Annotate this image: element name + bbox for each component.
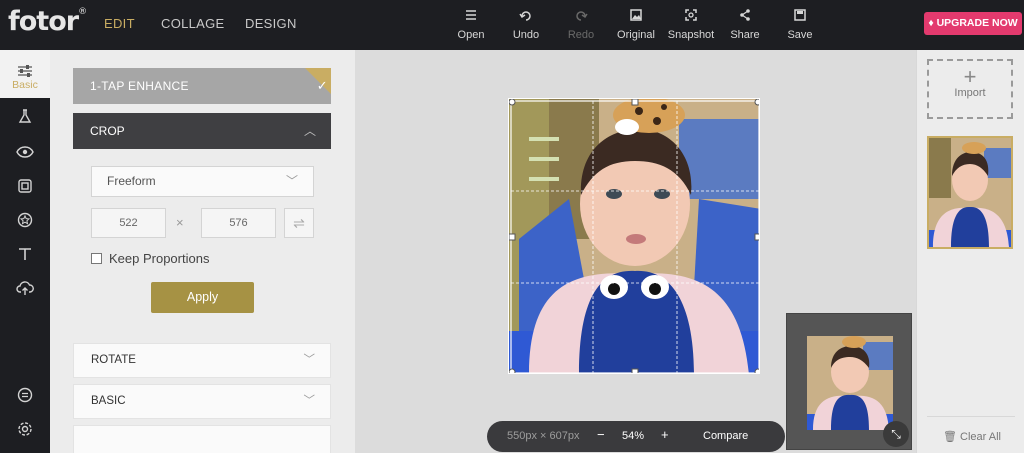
undo-button[interactable]: Undo: [496, 8, 556, 41]
diamond-icon: ♦: [928, 17, 934, 29]
original-button[interactable]: Original: [606, 8, 666, 41]
sidebar-item-frames[interactable]: [0, 178, 50, 194]
open-button[interactable]: Open: [441, 8, 501, 41]
crop-section-header[interactable]: CROP ︿: [73, 113, 331, 149]
apply-button[interactable]: Apply: [151, 282, 254, 313]
eye-icon: [16, 146, 34, 158]
sticker-icon: [17, 212, 33, 228]
swap-dimensions-button[interactable]: ⇌: [284, 208, 314, 238]
sidebar-item-upload[interactable]: [0, 280, 50, 296]
check-icon: ✓: [316, 78, 328, 93]
arrow-diagonal-icon: ⤡: [891, 427, 901, 441]
crop-width-input[interactable]: 522: [91, 208, 166, 238]
canvas-area: 550px × 607px − 54% + Compare ⤡: [355, 50, 916, 453]
open-label: Open: [457, 29, 485, 41]
edit-panel: 1-TAP ENHANCE ✓ CROP ︿ Freeform ﹀ 522 × …: [50, 50, 355, 453]
navigator-preview[interactable]: ⤡: [786, 313, 912, 450]
crop-grid[interactable]: [509, 99, 760, 374]
upgrade-label: UPGRADE NOW: [936, 17, 1018, 29]
image-dimensions: 550px × 607px: [507, 430, 580, 442]
share-button[interactable]: Share: [715, 8, 775, 41]
zoom-out-button[interactable]: −: [597, 427, 605, 442]
redo-label: Redo: [567, 29, 595, 41]
compare-button[interactable]: Compare: [703, 430, 748, 442]
zoom-bar: 550px × 607px − 54% + Compare: [487, 421, 785, 452]
frame-icon: [18, 179, 32, 193]
original-label: Original: [617, 29, 655, 41]
sidebar-item-label: Basic: [12, 79, 38, 91]
chevron-down-icon: ﹀: [285, 174, 298, 188]
sliders-icon: [18, 65, 32, 77]
swap-icon: ⇌: [293, 215, 305, 231]
zoom-level: 54%: [622, 430, 645, 442]
divider: [927, 416, 1015, 417]
upgrade-button[interactable]: ♦ UPGRADE NOW: [924, 12, 1022, 35]
image-library-panel: + Import 🗑 Clear All: [916, 50, 1024, 453]
snapshot-button[interactable]: Snapshot: [661, 8, 721, 41]
sidebar-item-basic[interactable]: Basic: [0, 50, 50, 98]
photo-canvas[interactable]: [508, 98, 760, 374]
redo-icon: [551, 8, 611, 26]
snapshot-label: Snapshot: [667, 29, 715, 41]
share-icon: [715, 8, 775, 26]
sidebar-item-beauty[interactable]: [0, 144, 50, 160]
save-button[interactable]: Save: [770, 8, 830, 41]
basic-label: BASIC: [91, 395, 126, 407]
sidebar-item-settings[interactable]: [0, 421, 50, 437]
chevron-up-icon: ︿: [303, 124, 316, 138]
import-label: Import: [954, 87, 986, 99]
save-icon: [770, 8, 830, 26]
times-icon: ×: [176, 215, 184, 230]
snapshot-icon: [661, 8, 721, 26]
next-section-header[interactable]: [73, 425, 331, 453]
image-icon: [606, 8, 666, 26]
crop-ratio-select[interactable]: Freeform ﹀: [91, 166, 314, 197]
tab-design[interactable]: DESIGN: [245, 16, 297, 31]
crop-height-input[interactable]: 576: [201, 208, 276, 238]
menu-icon: [441, 8, 501, 26]
flask-icon: [18, 109, 32, 123]
share-label: Share: [730, 29, 760, 41]
chevron-down-icon: ﹀: [303, 395, 316, 407]
import-button[interactable]: + Import: [927, 59, 1013, 119]
text-icon: [19, 248, 31, 260]
save-label: Save: [787, 29, 813, 41]
navigator-thumbnail: [807, 336, 893, 430]
redo-button[interactable]: Redo: [551, 8, 611, 41]
undo-icon: [496, 8, 556, 26]
settings-circle-icon: [17, 387, 33, 403]
keep-proportions-checkbox[interactable]: [91, 253, 102, 264]
trash-icon: 🗑: [943, 431, 957, 443]
rotate-section-header[interactable]: ROTATE ﹀: [73, 343, 331, 378]
crop-ratio-value: Freeform: [107, 174, 156, 188]
undo-label: Undo: [512, 29, 540, 41]
tab-edit[interactable]: EDIT: [104, 16, 135, 31]
crop-label: CROP: [90, 124, 125, 138]
basic-section-header[interactable]: BASIC ﹀: [73, 384, 331, 419]
tool-sidebar: Basic: [0, 50, 50, 453]
tab-collage[interactable]: COLLAGE: [161, 16, 225, 31]
fotor-logo[interactable]: fotor®: [8, 6, 87, 37]
gear-icon: [18, 422, 32, 436]
thumbnail-image: [929, 138, 1011, 247]
sidebar-item-stickers[interactable]: [0, 212, 50, 228]
rotate-label: ROTATE: [91, 354, 136, 366]
enhance-label: 1-TAP ENHANCE: [90, 79, 189, 93]
zoom-in-button[interactable]: +: [661, 427, 669, 442]
top-bar: fotor® EDIT COLLAGE DESIGN Open Undo Red…: [0, 0, 1024, 50]
clear-all-button[interactable]: 🗑 Clear All: [943, 430, 1001, 443]
one-tap-enhance-button[interactable]: 1-TAP ENHANCE ✓: [73, 68, 331, 104]
library-thumbnail[interactable]: [927, 136, 1013, 249]
keep-proportions-label[interactable]: Keep Proportions: [109, 251, 209, 266]
sidebar-item-effects[interactable]: [0, 108, 50, 124]
chevron-down-icon: ﹀: [303, 354, 316, 366]
collapse-navigator-button[interactable]: ⤡: [883, 421, 909, 447]
sidebar-item-text[interactable]: [0, 246, 50, 262]
cloud-upload-icon: [16, 281, 34, 295]
plus-icon: +: [963, 64, 977, 89]
clear-all-label: Clear All: [960, 431, 1001, 443]
sidebar-item-adjust[interactable]: [0, 387, 50, 403]
